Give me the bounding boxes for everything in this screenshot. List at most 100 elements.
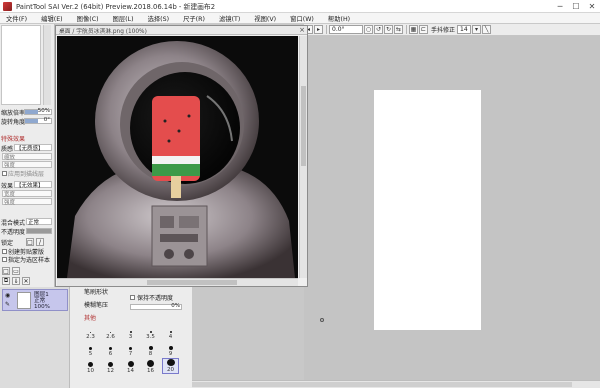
angle-row: 旋转角度 (1, 117, 25, 126)
lock-brush-icon[interactable]: / (36, 238, 44, 246)
brush-panel: 笔刷形状 模糊笔压 保持不透明度 0% 其他 2.3 2.6 3 3.5 4 5… (70, 287, 192, 388)
image-window-close-icon[interactable]: × (299, 26, 305, 34)
flip-icon[interactable]: ⇆ (394, 25, 403, 34)
brush-size-cell[interactable]: 12 (102, 358, 119, 374)
copy-layer-icon[interactable]: ⧉ (2, 277, 10, 285)
brush-size-cell[interactable]: 2.6 (102, 324, 119, 340)
brush-shape-label: 笔刷形状 (84, 288, 109, 296)
image-window-title-text: 桌面 / 宇航员冰淇淋.png (100%) (59, 28, 147, 35)
cursor-icon (320, 318, 324, 322)
brush-size-cell[interactable]: 9 (162, 341, 179, 357)
texture-select[interactable]: 【无质感】 (14, 144, 52, 152)
blur-value: 0% (171, 303, 180, 309)
canvas-horizontal-scrollbar[interactable] (192, 380, 600, 388)
blur-label: 模糊笔压 (84, 301, 109, 309)
blend-label: 混合模式 (1, 219, 26, 227)
zoom-slider[interactable]: 50% (24, 108, 52, 115)
eye-icon[interactable]: ◉ (5, 292, 10, 299)
blend-select[interactable]: 正常 (26, 218, 52, 226)
effect-width[interactable]: 宽度 (2, 190, 52, 198)
menu-ruler[interactable]: 尺子(R) (183, 14, 205, 23)
brush-size-cell[interactable]: 16 (142, 358, 159, 374)
navigator-scrollbar[interactable] (43, 25, 51, 105)
brush-size-cell[interactable]: 5 (82, 341, 99, 357)
arrow-right-icon[interactable]: ▸ (314, 25, 323, 34)
lock-row: 锁定 (1, 238, 14, 247)
menu-image[interactable]: 图像(C) (77, 14, 99, 23)
keep-opacity-checkbox[interactable] (130, 295, 135, 300)
brush-size-cell[interactable]: 6 (102, 341, 119, 357)
texture-scale[interactable]: 缩放 (2, 153, 52, 161)
close-button[interactable]: ✕ (584, 0, 600, 13)
zoom-label: 缩放倍率 (1, 109, 26, 117)
image-window[interactable]: 桌面 / 宇航员冰淇淋.png (100%) × (55, 25, 308, 287)
opacity-label: 不透明度 (1, 228, 26, 236)
brush-icon[interactable]: ✎ (5, 301, 10, 308)
select-source-checkbox[interactable] (2, 257, 7, 262)
canvas-area[interactable] (304, 36, 600, 380)
texture-label: 质感 (1, 145, 14, 153)
brush-size-cell[interactable]: 8 (142, 341, 159, 357)
brush-size-cell[interactable]: 4 (162, 324, 179, 340)
delete-layer-icon[interactable]: ✕ (22, 277, 30, 285)
menu-help[interactable]: 帮助(H) (328, 14, 350, 23)
menu-layer[interactable]: 图层(L) (113, 14, 134, 23)
texture-strength[interactable]: 强度 (2, 161, 52, 169)
menu-filter[interactable]: 滤镜(T) (219, 14, 240, 23)
layer-row[interactable]: ◉ ✎ 图层1 正常 100% (2, 289, 68, 311)
rotate-left-icon[interactable]: ↺ (374, 25, 383, 34)
canvas-paper[interactable] (374, 90, 481, 330)
menu-file[interactable]: 文件(F) (6, 14, 27, 23)
opacity-row: 不透明度 (1, 227, 26, 236)
blend-row: 混合模式 (1, 218, 26, 227)
brush-size-cell[interactable]: 14 (122, 358, 139, 374)
menu-view[interactable]: 视图(V) (254, 14, 276, 23)
angle-field[interactable]: 0.0° (329, 25, 363, 34)
rotate-right-icon[interactable]: ↻ (384, 25, 393, 34)
brush-size-cell[interactable]: 7 (122, 341, 139, 357)
angle-slider[interactable]: 0° (24, 117, 52, 124)
zoom-value: 50% (37, 108, 50, 114)
menu-select[interactable]: 选择(S) (148, 14, 170, 23)
app-icon (3, 1, 12, 11)
new-folder-icon[interactable]: ▭ (12, 267, 20, 275)
layer-thumbnail (17, 292, 31, 309)
merge-layer-icon[interactable]: ⇓ (12, 277, 20, 285)
dropdown-icon[interactable]: ▾ (472, 25, 482, 34)
brush-size-cell[interactable]: 2.3 (82, 324, 99, 340)
image-window-horizontal-scrollbar[interactable] (57, 278, 298, 286)
opacity-slider[interactable] (26, 228, 52, 234)
menu-edit[interactable]: 编辑(E) (41, 14, 63, 23)
special-effects-row[interactable]: 特殊效果 (1, 134, 25, 143)
lock-label: 锁定 (1, 239, 14, 247)
image-window-vertical-scrollbar[interactable] (299, 36, 307, 278)
brush-size-cell[interactable]: 10 (82, 358, 99, 374)
rotate-reset-icon[interactable]: ○ (364, 25, 373, 34)
ruler-icon[interactable]: ⊏ (419, 25, 428, 34)
canvas-toolbar: ◂ ▸ 0.0° ○ ↺ ↻ ⇆ ▦ ⊏ 手抖修正 14 ▾ ╲ (304, 24, 600, 36)
lock-icon[interactable]: □ (26, 238, 34, 246)
blur-slider[interactable]: 0% (130, 303, 182, 310)
pen-icon[interactable]: ╲ (482, 25, 492, 34)
menu-window[interactable]: 窗口(W) (290, 14, 314, 23)
navigator-preview[interactable] (1, 25, 41, 105)
effect-strength[interactable]: 强度 (2, 198, 52, 206)
brush-size-cell-selected[interactable]: 20 (162, 358, 179, 374)
other-label: 其他 (84, 314, 97, 322)
brush-size-cell[interactable]: 3 (122, 324, 139, 340)
effect-select[interactable]: 【无效果】 (14, 181, 52, 189)
clip-checkbox[interactable] (2, 249, 7, 254)
minimize-button[interactable]: ─ (552, 0, 568, 13)
view-mode-icon[interactable]: ▦ (409, 25, 418, 34)
brush-size-cell[interactable]: 3.5 (142, 324, 159, 340)
layers-panel: ◉ ✎ 图层1 正常 100% (0, 287, 70, 388)
brush-shape-row: 笔刷形状 (84, 287, 109, 296)
astronaut-illustration (57, 36, 298, 278)
stabilizer-field[interactable]: 14 (457, 25, 472, 34)
blur-row: 模糊笔压 (84, 300, 109, 309)
new-layer-icon[interactable]: □ (2, 267, 10, 275)
dither-checkbox[interactable] (2, 171, 7, 176)
maximize-button[interactable]: ☐ (568, 0, 584, 13)
other-row[interactable]: 其他 (84, 313, 97, 322)
dither-row: 应用到描线层 (8, 169, 44, 178)
